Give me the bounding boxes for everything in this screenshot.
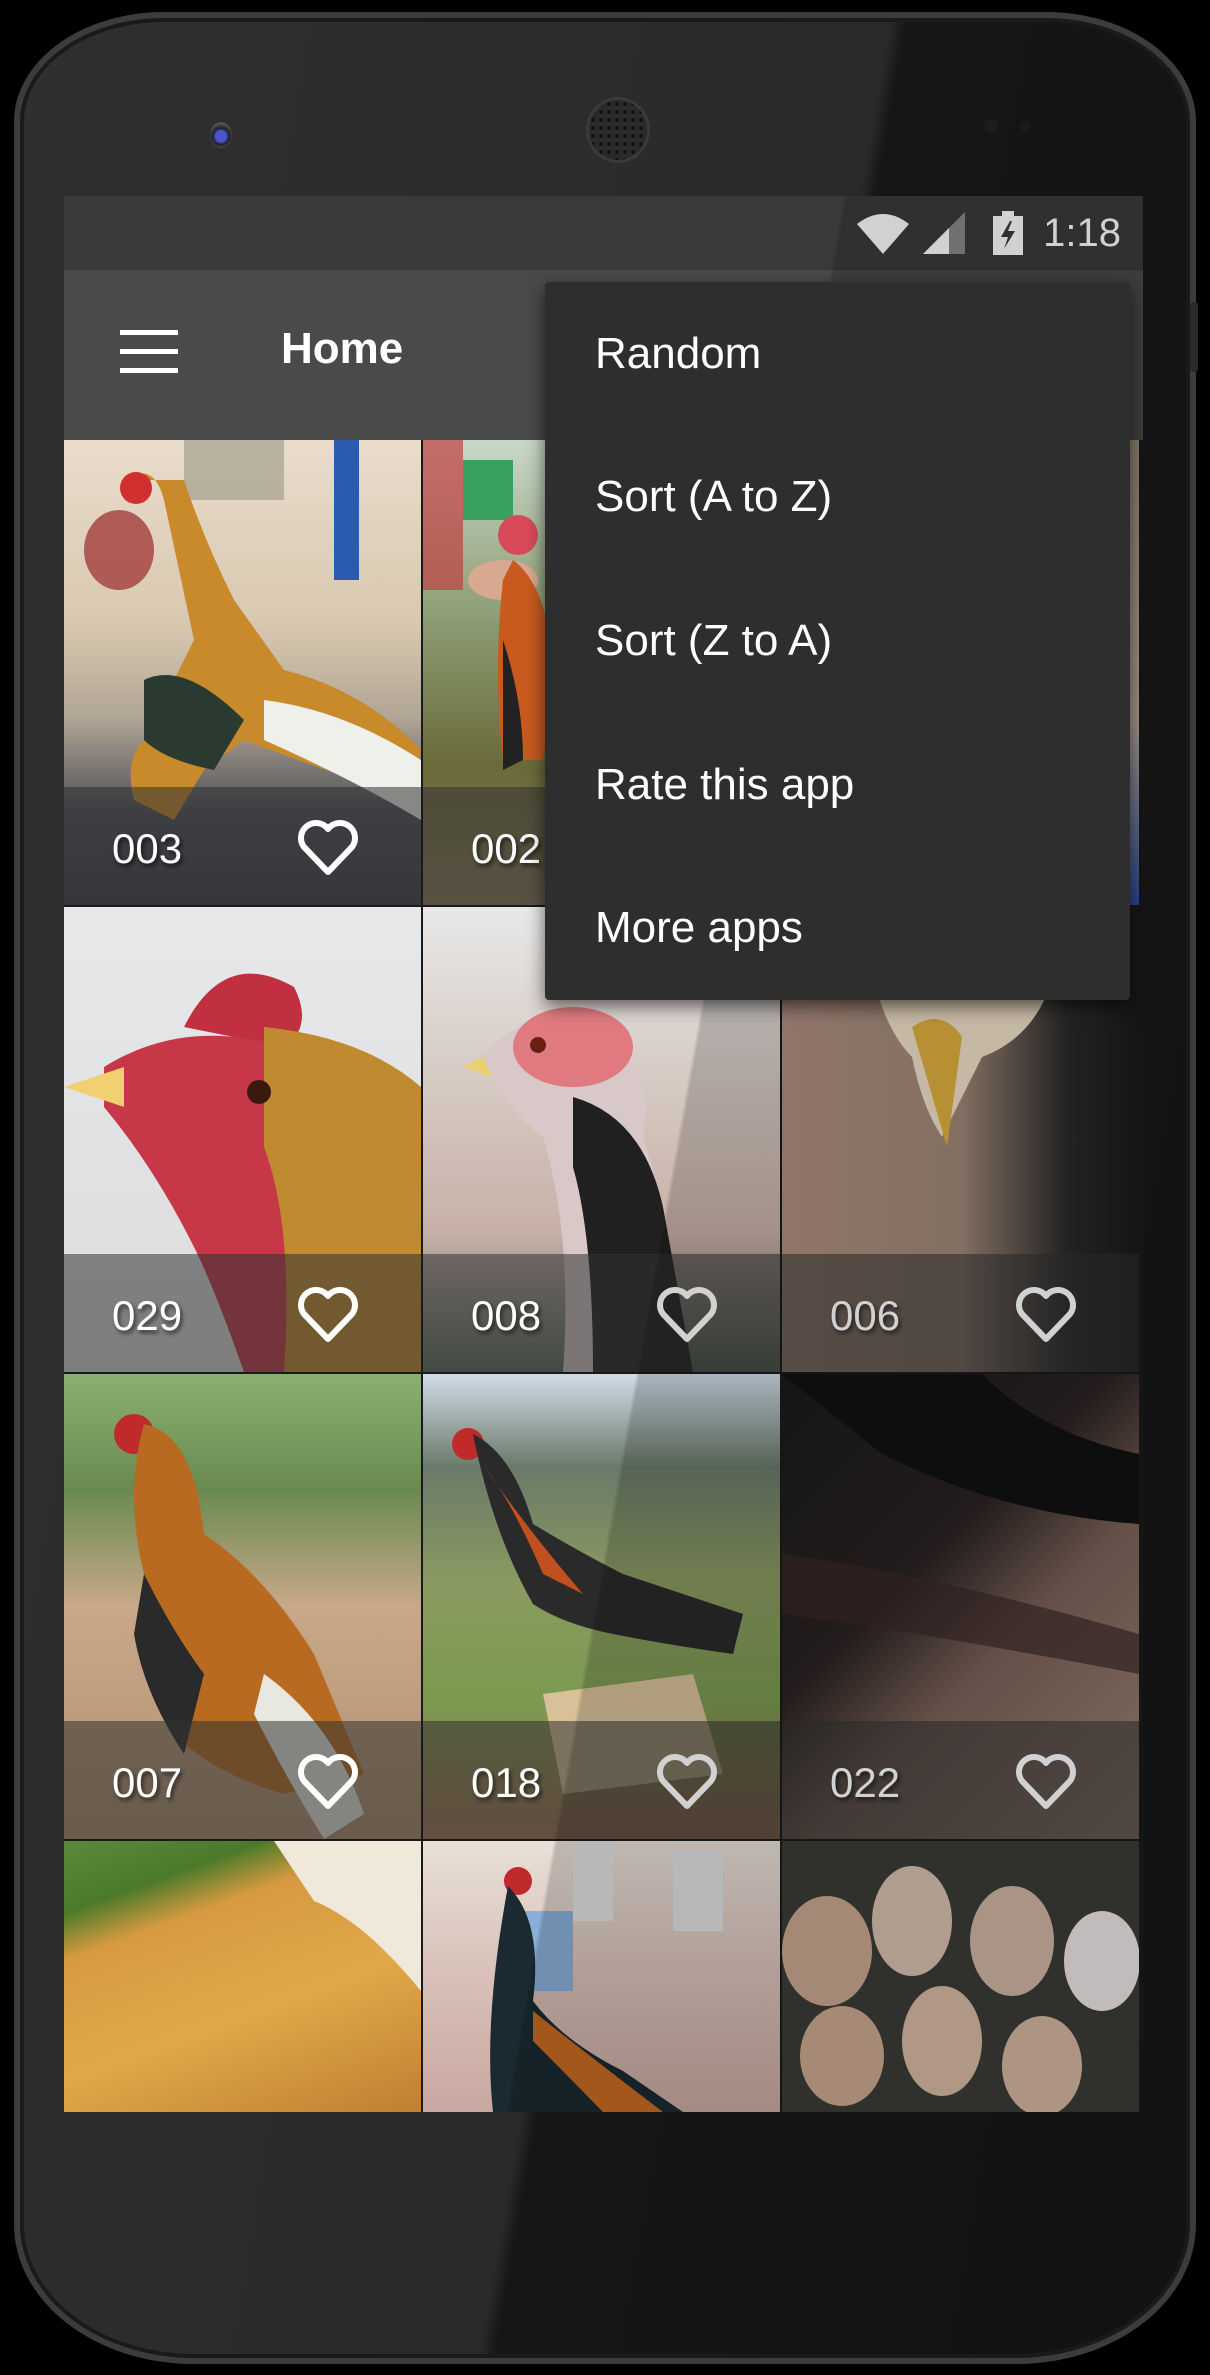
- heart-outline-icon[interactable]: [1014, 1751, 1078, 1811]
- gallery-tile[interactable]: 018: [423, 1374, 780, 1839]
- feathers-photo: [274, 1841, 421, 1991]
- gallery-tile[interactable]: 029: [64, 907, 421, 1372]
- status-bar: 1:18: [64, 196, 1143, 270]
- tile-number: 008: [471, 1292, 542, 1339]
- earpiece-speaker: [589, 100, 647, 160]
- tile-number: 003: [112, 825, 183, 872]
- tile-number: 029: [112, 1292, 183, 1339]
- hamburger-menu-icon[interactable]: [120, 330, 178, 374]
- status-time: 1:18: [1043, 210, 1121, 255]
- cell-signal-icon: [923, 212, 966, 254]
- menu-item-sort-z-to-a[interactable]: Sort (Z to A): [545, 569, 1130, 713]
- gallery-tile[interactable]: [782, 1841, 1139, 2112]
- page-title: Home: [281, 324, 404, 373]
- gallery-tile[interactable]: [64, 1841, 421, 2112]
- heart-outline-icon[interactable]: [296, 817, 360, 877]
- menu-item-random[interactable]: Random: [545, 282, 1130, 426]
- gallery-tile[interactable]: [423, 1841, 780, 2112]
- wifi-icon: [857, 214, 910, 254]
- menu-item-rate-this-app[interactable]: Rate this app: [545, 713, 1130, 857]
- gallery-tile[interactable]: 003: [64, 440, 421, 905]
- tile-number: 002: [471, 825, 542, 872]
- gallery-tile[interactable]: 007: [64, 1374, 421, 1839]
- menu-item-sort-a-to-z[interactable]: Sort (A to Z): [545, 426, 1130, 570]
- power-button: [1190, 302, 1198, 372]
- overflow-menu: Random Sort (A to Z) Sort (Z to A) Rate …: [545, 282, 1130, 1000]
- heart-outline-icon[interactable]: [296, 1751, 360, 1811]
- heart-outline-icon[interactable]: [655, 1751, 719, 1811]
- proximity-sensor: [984, 119, 998, 133]
- front-camera: [210, 122, 232, 148]
- heart-outline-icon[interactable]: [1014, 1284, 1078, 1344]
- tile-number: 006: [830, 1292, 901, 1339]
- menu-item-more-apps[interactable]: More apps: [545, 856, 1130, 1000]
- phone-screen: 1:18 Home 003 002 029 008 006 007 018 02…: [64, 196, 1143, 2112]
- heart-outline-icon[interactable]: [296, 1284, 360, 1344]
- gallery-tile[interactable]: 022: [782, 1374, 1139, 1839]
- tile-number: 018: [471, 1759, 542, 1806]
- heart-outline-icon[interactable]: [655, 1284, 719, 1344]
- tile-number: 022: [830, 1759, 901, 1806]
- tile-number: 007: [112, 1759, 183, 1806]
- light-sensor: [1020, 121, 1030, 131]
- eggs-photo: [782, 1866, 1139, 2112]
- battery-charging-icon: [993, 211, 1024, 255]
- rooster-photo: [490, 1841, 723, 2112]
